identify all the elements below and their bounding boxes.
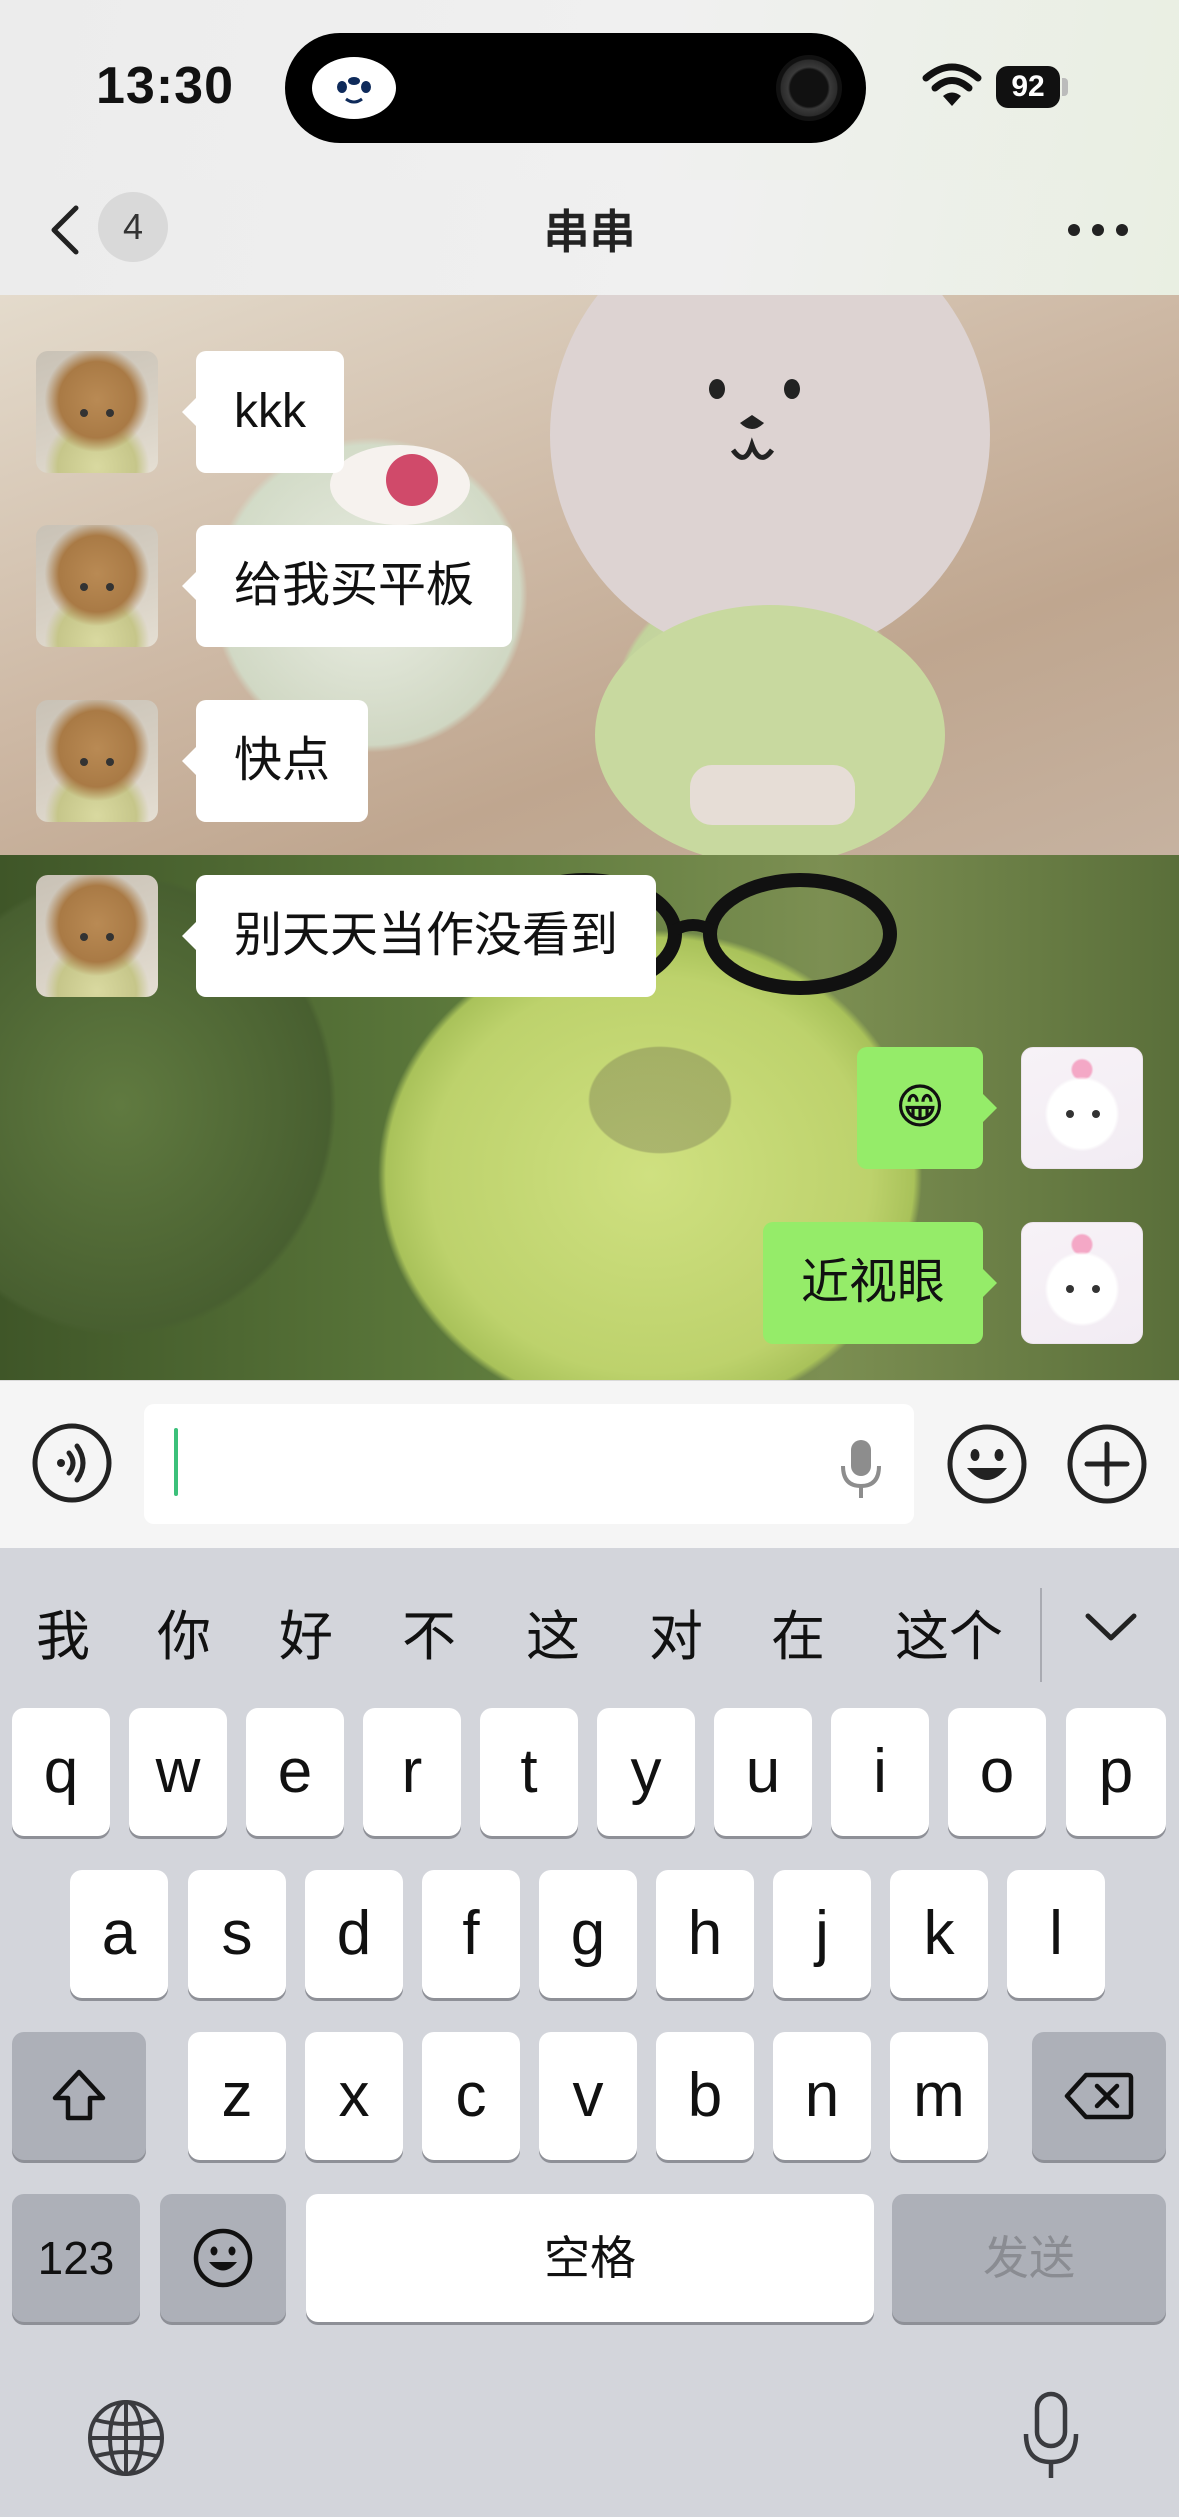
island-app-icon bbox=[312, 57, 396, 119]
candidate-word[interactable]: 不 bbox=[402, 1592, 456, 1671]
emoji-icon[interactable] bbox=[945, 1422, 1029, 1506]
candidate-word[interactable]: 对 bbox=[649, 1592, 703, 1671]
message-bubble-sent[interactable]: 😁 bbox=[856, 1047, 998, 1169]
key-m[interactable]: m bbox=[890, 2032, 988, 2160]
chevron-down-icon[interactable] bbox=[1080, 1606, 1142, 1650]
key-k[interactable]: k bbox=[890, 1870, 988, 1998]
candidate-word[interactable]: 这 bbox=[526, 1592, 580, 1671]
candidate-word[interactable]: 我 bbox=[36, 1592, 90, 1671]
backspace-icon bbox=[1064, 2072, 1134, 2120]
key-c[interactable]: c bbox=[422, 2032, 520, 2160]
voice-input-icon[interactable] bbox=[31, 1422, 113, 1504]
globe-icon[interactable] bbox=[86, 2398, 166, 2478]
chevron-left-icon[interactable] bbox=[46, 200, 86, 260]
numbers-key[interactable]: 123 bbox=[12, 2194, 140, 2322]
key-p[interactable]: p bbox=[1066, 1708, 1166, 1836]
message-bubble-sent[interactable]: 近视眼 bbox=[762, 1222, 998, 1344]
key-g[interactable]: g bbox=[539, 1870, 637, 1998]
key-e[interactable]: e bbox=[246, 1708, 344, 1836]
key-i[interactable]: i bbox=[831, 1708, 929, 1836]
contact-avatar[interactable] bbox=[36, 875, 158, 997]
key-w[interactable]: w bbox=[129, 1708, 227, 1836]
wifi-icon bbox=[922, 62, 982, 110]
emoji-keyboard-key[interactable] bbox=[160, 2194, 286, 2322]
message-bubble[interactable]: 快点 bbox=[181, 700, 369, 822]
key-r[interactable]: r bbox=[363, 1708, 461, 1836]
key-z[interactable]: z bbox=[188, 2032, 286, 2160]
key-b[interactable]: b bbox=[656, 2032, 754, 2160]
microphone-icon[interactable] bbox=[838, 1436, 884, 1502]
message-bubble[interactable]: 给我买平板 bbox=[181, 525, 513, 647]
my-avatar[interactable] bbox=[1021, 1047, 1143, 1169]
candidate-word[interactable]: 你 bbox=[157, 1592, 211, 1671]
key-s[interactable]: s bbox=[188, 1870, 286, 1998]
shift-icon bbox=[52, 2069, 106, 2121]
chat-messages[interactable]: kkk 给我买平板 快点 别天天当作没看到 😁 近视眼 bbox=[0, 295, 1179, 1380]
message-bubble[interactable]: kkk bbox=[182, 351, 344, 473]
key-h[interactable]: h bbox=[656, 1870, 754, 1998]
key-f[interactable]: f bbox=[422, 1870, 520, 1998]
chat-background-photo-top bbox=[0, 295, 1179, 855]
key-x[interactable]: x bbox=[305, 2032, 403, 2160]
dictation-microphone-icon[interactable] bbox=[1020, 2390, 1082, 2482]
plus-icon[interactable] bbox=[1065, 1422, 1149, 1506]
unread-count-badge[interactable]: 4 bbox=[98, 192, 168, 262]
candidate-divider bbox=[1040, 1588, 1042, 1682]
battery-level: 92 bbox=[996, 66, 1060, 108]
shift-key[interactable] bbox=[12, 2032, 146, 2160]
key-n[interactable]: n bbox=[773, 2032, 871, 2160]
key-q[interactable]: q bbox=[12, 1708, 110, 1836]
contact-avatar[interactable] bbox=[36, 525, 158, 647]
key-u[interactable]: u bbox=[714, 1708, 812, 1836]
battery-cap bbox=[1062, 78, 1068, 96]
candidate-word[interactable]: 在 bbox=[771, 1592, 825, 1671]
key-d[interactable]: d bbox=[305, 1870, 403, 1998]
send-key[interactable]: 发送 bbox=[892, 2194, 1166, 2322]
nav-bar bbox=[0, 180, 1179, 295]
key-v[interactable]: v bbox=[539, 2032, 637, 2160]
key-o[interactable]: o bbox=[948, 1708, 1046, 1836]
more-dots-icon[interactable] bbox=[1062, 198, 1134, 258]
backspace-key[interactable] bbox=[1032, 2032, 1166, 2160]
status-time: 13:30 bbox=[96, 57, 234, 115]
message-input[interactable] bbox=[144, 1404, 914, 1524]
message-bubble[interactable]: 别天天当作没看到 bbox=[181, 875, 657, 997]
text-caret bbox=[174, 1428, 178, 1496]
candidate-word[interactable]: 这个 bbox=[895, 1592, 1003, 1671]
contact-avatar[interactable] bbox=[36, 351, 158, 473]
contact-avatar[interactable] bbox=[36, 700, 158, 822]
key-l[interactable]: l bbox=[1007, 1870, 1105, 1998]
key-a[interactable]: a bbox=[70, 1870, 168, 1998]
key-t[interactable]: t bbox=[480, 1708, 578, 1836]
key-j[interactable]: j bbox=[773, 1870, 871, 1998]
candidate-word[interactable]: 好 bbox=[279, 1592, 333, 1671]
space-key[interactable]: 空格 bbox=[306, 2194, 874, 2322]
my-avatar[interactable] bbox=[1021, 1222, 1143, 1344]
front-camera bbox=[776, 55, 842, 121]
key-y[interactable]: y bbox=[597, 1708, 695, 1836]
emoji-icon bbox=[193, 2228, 253, 2288]
